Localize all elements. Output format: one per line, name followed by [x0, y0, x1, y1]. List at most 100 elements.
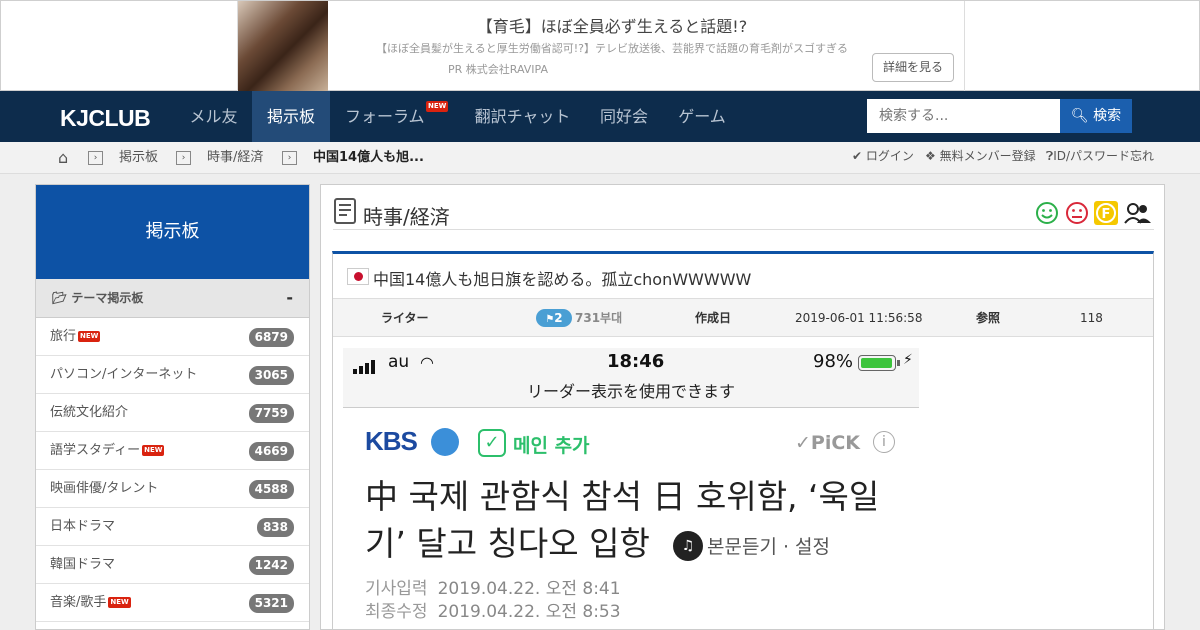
ad-image[interactable]	[238, 1, 328, 92]
article-dates: 기사입력 2019.04.22. 오전 8:41 최종수정 2019.04.22. …	[365, 578, 621, 624]
sidebar-item-label: 韓国ドラマ	[50, 557, 116, 572]
chevron-right-icon: ›	[176, 151, 191, 165]
sidebar-item-label: 日本ドラマ	[50, 519, 116, 534]
post-title: 中国14億人も旭日旗を認める。孤立chonWWWWW	[373, 270, 752, 289]
sidebar-item-count: 7759	[248, 404, 294, 423]
writer-name[interactable]: 731부대	[575, 299, 622, 337]
nav-item-game[interactable]: ゲーム	[663, 91, 741, 142]
date-label: 作成日	[695, 311, 732, 325]
sidebar-item-traditional-culture[interactable]: 伝統文化紹介 7759	[36, 394, 309, 432]
ad-description: 【ほぼ全員髪が生えると厚生労働省認可!?】テレビ放送後、芸能界で話題の育毛剤がス…	[376, 42, 848, 55]
level-value: 2	[554, 311, 563, 325]
search-icon: 🔍︎	[1070, 108, 1089, 124]
sidebar-item-movie-actors[interactable]: 映画俳優/タレント 4588	[36, 470, 309, 508]
sidebar-item-korea-drama[interactable]: 韓国ドラマ 1242	[36, 546, 309, 584]
ad-title[interactable]: 【育毛】ほぼ全員必ず生えると話題!?	[338, 13, 886, 37]
new-badge: NEW	[108, 597, 131, 608]
sidebar-title: 掲示板	[36, 185, 309, 279]
carrier: au	[388, 352, 410, 372]
checkbox-icon: ✓	[478, 429, 506, 457]
sidebar-item-count: 4588	[248, 480, 294, 499]
writer-label: ライター	[381, 311, 429, 325]
new-badge: NEW	[78, 331, 101, 342]
sidebar-item-count: 838	[256, 518, 294, 537]
post: 中国14億人も旭日旗を認める。孤立chonWWWWW ライター ⚑2 731부대…	[332, 251, 1154, 629]
nav-item-translate-chat[interactable]: 翻訳チャット	[460, 91, 585, 142]
sidebar-item-count: 5321	[248, 594, 294, 613]
sidebar-item-language-study[interactable]: 語学スタディー NEW 4669	[36, 432, 309, 470]
breadcrumb: ⌂ › 掲示板 › 時事/経済 › 中国14億人も旭... ✔ ログイン ❖ 無…	[0, 142, 1200, 174]
battery-icon	[858, 355, 896, 371]
nav-item-forum-label: フォーラム	[345, 107, 425, 126]
search-input[interactable]	[867, 99, 1060, 133]
sidebar-section-header[interactable]: 📂︎ テーマ掲示板 -	[36, 279, 309, 318]
favorite-icon[interactable]: F	[1094, 201, 1118, 225]
pick-text: ✓PiCK	[795, 432, 861, 454]
post-image: au ◠ 18:46 98% ⚡︎ リーダー表示を使用できます KBS ✓ 메인…	[343, 348, 919, 629]
sidebar-item-count: 1242	[248, 556, 294, 575]
search-button[interactable]: 🔍︎ 検索	[1060, 99, 1132, 133]
forgot-password-link[interactable]: ❓︎ID/パスワード忘れ	[1046, 142, 1154, 174]
sidebar-item-music[interactable]: 音楽/歌手 NEW 5321	[36, 584, 309, 622]
kbs-logo-icon	[431, 428, 459, 456]
user-plus-icon: ❖	[925, 149, 936, 163]
info-icon: i	[873, 431, 895, 453]
signal-icon	[353, 355, 377, 374]
graduation-cap-icon: ⚑	[545, 314, 555, 325]
phone-time: 18:46	[607, 351, 665, 372]
reader-mode-text: リーダー表示を使用できます	[526, 382, 735, 401]
sidebar-item-pc-internet[interactable]: パソコン/インターネット 3065	[36, 356, 309, 394]
sidebar-item-label: パソコン/インターネット	[50, 367, 198, 382]
check-icon: ✔	[852, 149, 863, 163]
edit-date: 2019.04.22. 오전 8:53	[437, 602, 621, 622]
sidebar-item-label: 映画俳優/タレント	[50, 481, 159, 496]
smile-icon[interactable]	[1035, 201, 1059, 225]
users-icon[interactable]	[1124, 201, 1152, 225]
sidebar-item-label: 語学スタディー	[50, 443, 141, 458]
sidebar-item-japan-drama[interactable]: 日本ドラマ 838	[36, 508, 309, 546]
nav-item-club[interactable]: 同好会	[585, 91, 663, 142]
sidebar-item-travel[interactable]: 旅行 NEW 6879	[36, 318, 309, 356]
register-link[interactable]: ❖ 無料メンバー登録	[925, 142, 1036, 174]
ad-details-button[interactable]: 詳細を見る	[872, 53, 954, 82]
ad-box[interactable]: 【育毛】ほぼ全員必ず生えると話題!? 【ほぼ全員髪が生えると厚生労働省認可!?】…	[237, 1, 965, 92]
svg-text:F: F	[1102, 207, 1111, 222]
sidebar-item-label: 音楽/歌手	[50, 595, 107, 610]
battery-cap	[897, 360, 900, 366]
chevron-right-icon: ›	[88, 151, 103, 165]
board-title: 時事/経済	[363, 205, 450, 229]
breadcrumb-category[interactable]: 時事/経済	[207, 142, 263, 174]
login-link[interactable]: ✔ ログイン	[852, 142, 914, 174]
board-list-icon	[334, 198, 356, 224]
forgot-label: ID/パスワード忘れ	[1053, 149, 1155, 163]
ad-banner[interactable]: 【育毛】ほぼ全員必ず生えると話題!? 【ほぼ全員髪が生えると厚生労働省認可!?】…	[0, 0, 1200, 92]
site-logo[interactable]: KJCLUB	[60, 105, 151, 132]
sidebar: 掲示板 📂︎ テーマ掲示板 - 旅行 NEW 6879 パソコン/インターネット …	[35, 184, 310, 630]
main-content: 時事/経済 F 中国14億人も旭日旗を認める。孤立chonWWWWW ライター …	[320, 184, 1165, 630]
sidebar-section-label: テーマ掲示板	[71, 291, 144, 305]
nav-item-board[interactable]: 掲示板	[252, 91, 330, 142]
breadcrumb-board[interactable]: 掲示板	[119, 142, 158, 174]
battery-percent: 98%	[813, 351, 854, 372]
japan-flag-icon	[347, 268, 369, 285]
home-icon[interactable]: ⌂	[58, 142, 68, 174]
sidebar-item-count: 3065	[248, 366, 294, 385]
input-date-label: 기사입력	[365, 579, 428, 599]
new-badge: NEW	[142, 445, 165, 456]
sidebar-item-label: 旅行	[50, 329, 77, 344]
chevron-right-icon: ›	[282, 151, 297, 165]
listen-icon: ♫	[673, 531, 703, 561]
nav-item-forum[interactable]: フォーラム NEW	[330, 91, 460, 142]
collapse-icon[interactable]: -	[286, 279, 293, 317]
sidebar-item-count: 4669	[248, 442, 294, 461]
new-badge: NEW	[426, 101, 449, 112]
wifi-icon: ◠	[420, 353, 434, 372]
divider	[333, 229, 1154, 230]
main-add-text: 메인 추가	[513, 435, 590, 457]
kbs-logo-text: KBS	[365, 426, 418, 456]
nav-item-mail-friend[interactable]: メル友	[175, 91, 252, 142]
listen-text: 본문듣기 · 설정	[707, 536, 830, 558]
sidebar-item-label: 伝統文化紹介	[50, 405, 129, 420]
frown-icon[interactable]	[1065, 201, 1089, 225]
views-label: 参照	[976, 311, 1001, 325]
